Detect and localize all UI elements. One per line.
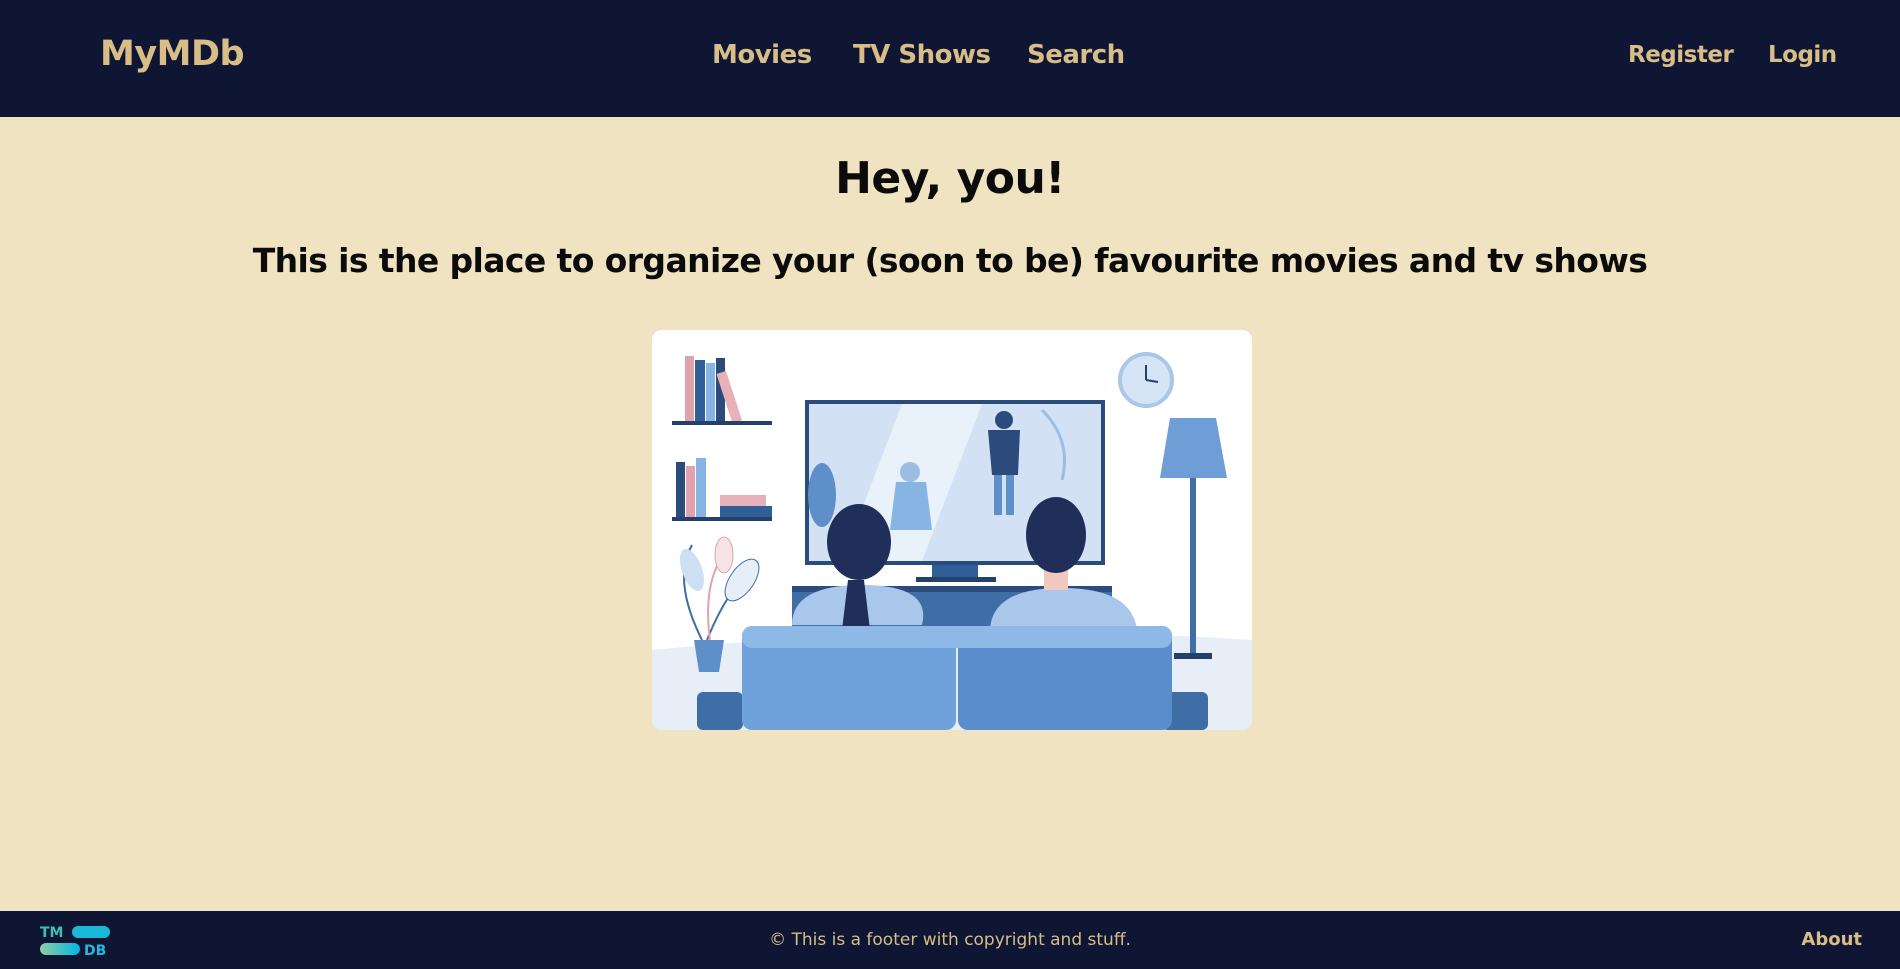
wall-clock: [1118, 352, 1174, 408]
main-content: Hey, you! This is the place to organize …: [0, 117, 1900, 911]
top-navbar: MyMDb Movies TV Shows Search Register Lo…: [0, 0, 1900, 117]
login-link[interactable]: Login: [1768, 42, 1837, 68]
couple-watching-tv-illustration: [652, 330, 1252, 730]
brand-logo-link[interactable]: MyMDb: [100, 34, 245, 74]
about-link[interactable]: About: [1801, 929, 1862, 950]
footer: TM DB © This is a footer with copyright …: [0, 911, 1900, 969]
nav-link-movies[interactable]: Movies: [712, 40, 812, 70]
nav-link-search[interactable]: Search: [1027, 40, 1125, 70]
nav-link-tv-shows[interactable]: TV Shows: [853, 40, 991, 70]
footer-copyright: © This is a footer with copyright and st…: [769, 930, 1131, 950]
hero-subtitle: This is the place to organize your (soon…: [252, 241, 1648, 280]
hero-title: Hey, you!: [835, 153, 1065, 204]
sofa: [697, 626, 1208, 730]
register-link[interactable]: Register: [1628, 42, 1734, 68]
